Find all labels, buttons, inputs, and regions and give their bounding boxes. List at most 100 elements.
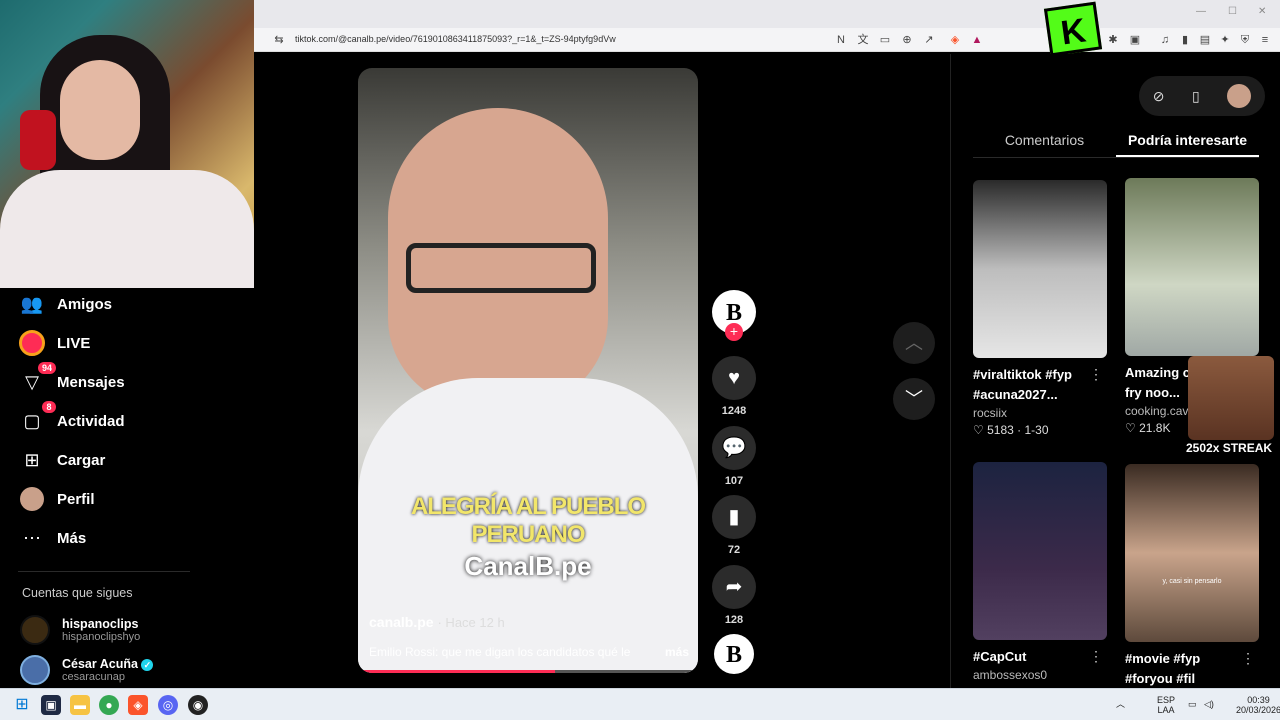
browser-tab-strip: — ☐ ✕	[254, 0, 1280, 28]
card-thumbnail[interactable]	[973, 180, 1107, 358]
like-button[interactable]: ♥	[712, 356, 756, 400]
sidebar-item-label: Más	[57, 529, 87, 547]
card-title: #CapCut	[973, 649, 1027, 664]
sidebar-item-amigos[interactable]: 👥 Amigos	[18, 289, 112, 319]
card-thumbnail[interactable]	[973, 462, 1107, 640]
close-window-button[interactable]: ✕	[1258, 6, 1266, 17]
card-title: #viraltiktok #fyp #acuna2027...	[973, 367, 1072, 402]
more-link[interactable]: más	[665, 645, 689, 659]
share-button[interactable]: ➦	[712, 565, 756, 609]
profile-avatar	[18, 485, 46, 513]
save-button[interactable]: ▮	[712, 495, 756, 539]
wallet-icon[interactable]: ▤	[1198, 33, 1212, 47]
screen: — ☐ ✕ ⇆ tiktok.com/@canalb.pe/video/7619…	[0, 0, 1280, 720]
obs-icon[interactable]: ◉	[188, 695, 208, 715]
sidebar-item-mensajes[interactable]: ▽ 94 Mensajes	[18, 362, 125, 397]
chrome-icon[interactable]: ●	[99, 695, 119, 715]
follow-name-text: César Acuña	[62, 657, 138, 671]
brave-rewards-icon[interactable]: ▲	[970, 33, 984, 47]
card-user[interactable]: rocsiix	[973, 406, 1107, 420]
site-info-icon[interactable]: ⇆	[272, 33, 286, 47]
video-player[interactable]: ALEGRÍA AL PUEBLO PERUANO CanalB.pe cana…	[358, 68, 698, 673]
card-user[interactable]: ambossexos0	[973, 668, 1107, 682]
sidebar-item-live[interactable]: LIVE	[18, 328, 90, 358]
follow-handle: cesaracunap	[62, 671, 125, 683]
share-arrow-icon: ➦	[725, 576, 743, 598]
card-stats: ♡ 5183 · 1-30	[973, 423, 1049, 437]
network-icon[interactable]: ▭	[1188, 699, 1197, 709]
activity-badge: 8	[42, 401, 56, 413]
extensions-icon[interactable]: ✱	[1106, 33, 1120, 47]
next-video-button[interactable]: ﹀	[893, 378, 935, 420]
tab-comentarios[interactable]: Comentarios	[973, 126, 1116, 157]
follow-item[interactable]: hispanoclips hispanoclipshyo	[20, 615, 140, 645]
sidebar-item-perfil[interactable]: Perfil	[18, 484, 95, 514]
follow-plus-button[interactable]: +	[725, 323, 743, 341]
sidebar-item-label: Cargar	[57, 451, 106, 469]
webcam-face	[60, 60, 140, 160]
task-view-icon[interactable]: ▣	[41, 695, 61, 715]
more-options-icon[interactable]: ⋮	[1241, 650, 1255, 667]
volume-icon[interactable]: ◁)	[1204, 699, 1214, 709]
tray-chevron-icon[interactable]: ︿	[1116, 699, 1125, 709]
reader-icon[interactable]: N	[834, 33, 848, 47]
leo-ai-icon[interactable]: ✦	[1218, 33, 1232, 47]
minimize-button[interactable]: —	[1196, 6, 1206, 17]
card-title: #movie #fyp #foryou #fil	[1125, 651, 1201, 686]
maximize-button[interactable]: ☐	[1228, 6, 1237, 17]
brave-shield-icon[interactable]: ◈	[948, 33, 962, 47]
video-progress-bar[interactable]	[358, 670, 698, 673]
share-icon[interactable]: ↗	[922, 33, 936, 47]
comment-button[interactable]: 💬	[712, 426, 756, 470]
verified-icon: ✓	[141, 659, 154, 671]
sidebar-item-actividad[interactable]: ▢ 8 Actividad	[18, 401, 125, 436]
video-author[interactable]: canalb.pe	[369, 614, 434, 630]
file-explorer-icon[interactable]: ▬	[70, 695, 90, 715]
upload-icon: ⊞	[24, 449, 40, 470]
sidebar-divider	[18, 571, 190, 572]
avatar[interactable]	[1227, 84, 1252, 108]
more-icon: ⋯	[23, 527, 41, 548]
sound-avatar[interactable]: B	[714, 634, 754, 674]
panel-tabs: Comentarios Podría interesarte	[973, 126, 1259, 158]
brave-icon[interactable]: ◈	[128, 695, 148, 715]
cast-icon[interactable]: ▭	[878, 33, 892, 47]
video-watermark: CanalB.pe	[464, 551, 592, 581]
comment-icon: 💬	[721, 437, 747, 459]
tab-manager-icon[interactable]: ▣	[1128, 33, 1142, 47]
sidebar-item-cargar[interactable]: ⊞ Cargar	[18, 445, 105, 475]
discord-icon[interactable]: ◎	[158, 695, 178, 715]
phone-icon[interactable]: ▯	[1192, 88, 1200, 105]
card-thumbnail[interactable]: y, casi sin pensarlo	[1125, 464, 1259, 642]
address-bar[interactable]: ⇆ tiktok.com/@canalb.pe/video/7619010863…	[254, 28, 1280, 52]
more-options-icon[interactable]: ⋮	[1089, 648, 1103, 665]
follow-item[interactable]: César Acuña ✓ cesaracunap	[20, 655, 154, 685]
zoom-icon[interactable]: ⊕	[900, 33, 914, 47]
media-icon[interactable]: ♫	[1158, 33, 1172, 47]
more-options-icon[interactable]: ⋮	[1089, 366, 1103, 383]
tab-podria-interesarte[interactable]: Podría interesarte	[1116, 126, 1259, 157]
webcam-overlay	[0, 0, 254, 288]
video-time: · Hace 12 h	[437, 615, 505, 630]
follow-name: hispanoclips	[62, 617, 139, 631]
windows-start-icon[interactable]: ⊞	[12, 695, 32, 715]
sidebar-toggle-icon[interactable]: ▮	[1178, 33, 1192, 47]
follow-name: César Acuña ✓	[62, 657, 154, 671]
clock[interactable]: 00:39 20/03/2026	[1236, 695, 1280, 715]
recommended-card[interactable]: y, casi sin pensarlo #movie #fyp #foryou…	[1125, 464, 1259, 689]
menu-icon[interactable]: ≡	[1258, 33, 1272, 47]
vpn-icon[interactable]: ⛨	[1238, 33, 1252, 47]
language-indicator[interactable]: ESP LAA	[1157, 695, 1175, 715]
messages-badge: 94	[37, 362, 56, 374]
webcam-body	[0, 170, 254, 288]
url-text[interactable]: tiktok.com/@canalb.pe/video/761901086341…	[295, 34, 616, 44]
recommended-card[interactable]: #CapCut ⋮ ambossexos0	[973, 462, 1107, 682]
translate-icon[interactable]: 文	[856, 33, 870, 47]
card-thumbnail[interactable]	[1125, 178, 1259, 356]
compass-icon[interactable]: ⊘	[1153, 88, 1165, 105]
like-count: 1248	[721, 405, 747, 417]
sidebar-item-mas[interactable]: ⋯ Más	[18, 523, 86, 553]
recommended-card[interactable]: #viraltiktok #fyp #acuna2027... ⋮ rocsii…	[973, 180, 1107, 437]
previous-video-button[interactable]: ︿	[893, 322, 935, 364]
chevron-down-icon: ﹀	[905, 389, 923, 409]
